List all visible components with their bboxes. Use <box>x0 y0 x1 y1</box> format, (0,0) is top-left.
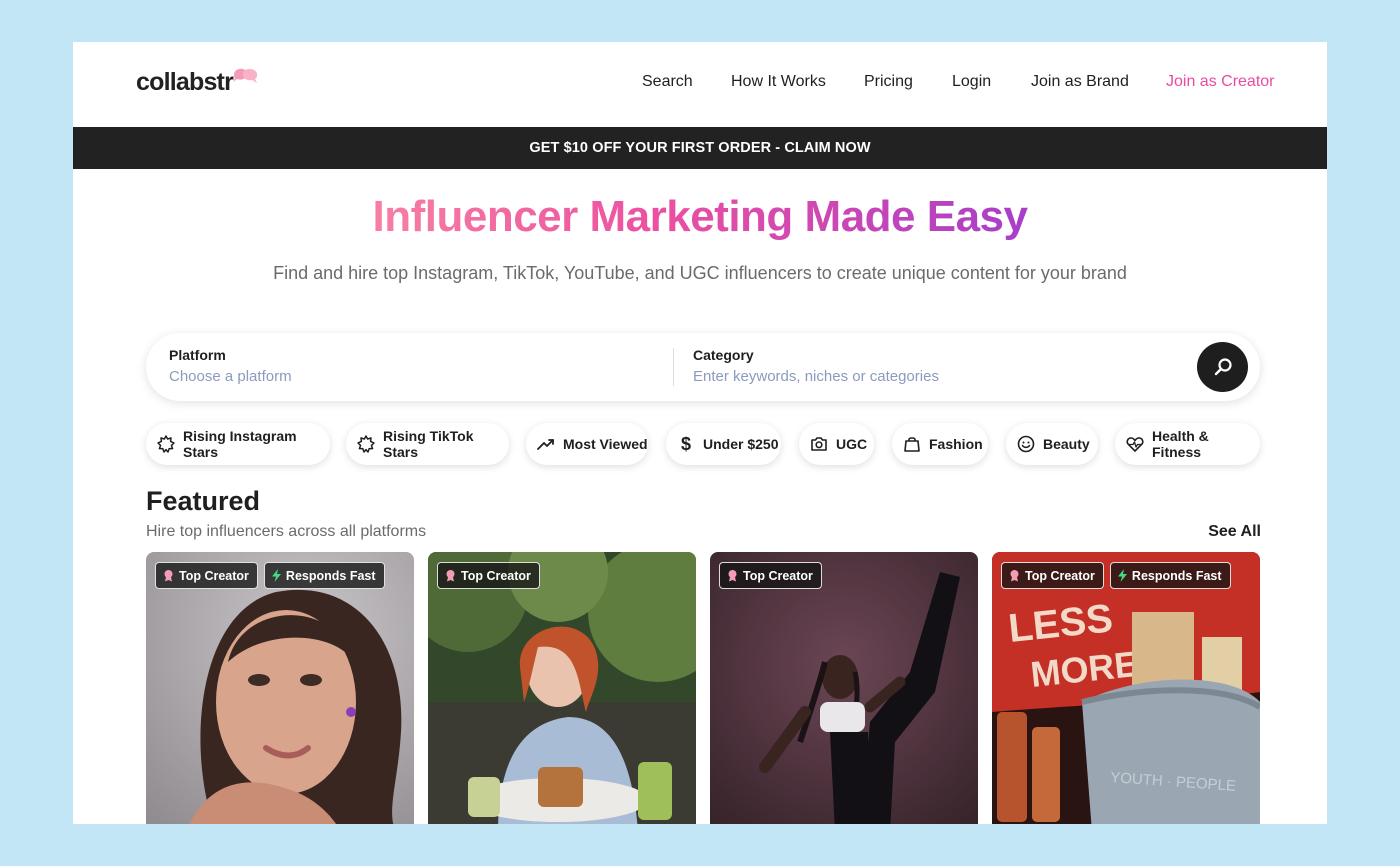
nav-search[interactable]: Search <box>642 73 693 91</box>
award-icon <box>164 570 173 582</box>
platform-label: Platform <box>169 347 226 363</box>
featured-subtitle: Hire top influencers across all platform… <box>146 523 427 540</box>
top-creator-badge: Top Creator <box>437 562 540 589</box>
platform-placeholder[interactable]: Choose a platform <box>169 368 292 385</box>
hero-subtitle: Find and hire top Instagram, TikTok, You… <box>273 263 1127 283</box>
chip-label: Most Viewed <box>563 436 648 452</box>
chip-ugc[interactable]: UGC <box>799 423 874 465</box>
creator-card[interactable]: Top Creator Responds Fast <box>146 552 414 824</box>
nav-pricing[interactable]: Pricing <box>864 73 913 91</box>
search-button[interactable] <box>1197 342 1248 392</box>
lightning-icon <box>271 569 281 582</box>
see-all-link[interactable]: See All <box>1208 523 1261 541</box>
platform-field[interactable]: Platform Choose a platform <box>169 347 292 385</box>
chip-rising-tiktok-stars[interactable]: Rising TikTok Stars <box>346 423 509 465</box>
heart-pulse-icon <box>1126 437 1144 452</box>
card-badges: Top Creator Responds Fast <box>155 562 385 589</box>
chip-under-250[interactable]: $ Under $250 <box>666 423 781 465</box>
lightning-icon <box>1117 569 1127 582</box>
sparkle-badge-icon <box>357 435 375 453</box>
chip-label: Health & Fitness <box>1152 428 1209 460</box>
top-creator-badge: Top Creator <box>1001 562 1104 589</box>
smiley-icon <box>1017 435 1035 453</box>
chip-label: UGC <box>836 436 868 452</box>
chip-health-fitness[interactable]: Health & Fitness <box>1115 423 1260 465</box>
top-creator-badge: Top Creator <box>155 562 258 589</box>
site-header: collabstr Search How It Works Pricing Lo… <box>73 42 1327 127</box>
camera-icon <box>811 437 827 451</box>
creator-photo: LESS MORE YOUTH · PEOPLE <box>992 552 1260 824</box>
featured-title: Featured <box>146 486 261 516</box>
creator-photo <box>428 552 696 824</box>
award-icon <box>446 570 455 582</box>
creator-card[interactable]: Top Creator <box>428 552 696 824</box>
nav-join-as-creator[interactable]: Join as Creator <box>1166 73 1275 91</box>
chip-label: Under $250 <box>703 436 779 452</box>
main-nav: Search How It Works Pricing Login Join a… <box>73 73 1327 95</box>
nav-join-as-brand[interactable]: Join as Brand <box>1031 73 1129 91</box>
chip-beauty[interactable]: Beauty <box>1006 423 1098 465</box>
chip-label: Rising TikTok Stars <box>383 428 474 460</box>
responds-fast-badge: Responds Fast <box>263 562 385 589</box>
shopping-bag-icon <box>904 437 920 452</box>
sparkle-badge-icon <box>157 435 175 453</box>
card-badges: Top Creator <box>719 562 822 589</box>
svg-text:$: $ <box>681 434 691 454</box>
award-icon <box>1010 570 1019 582</box>
page-frame: collabstr Search How It Works Pricing Lo… <box>73 42 1327 824</box>
creator-photo <box>146 552 414 824</box>
chip-label: Rising Instagram Stars <box>183 428 297 460</box>
creator-photo <box>710 552 978 824</box>
search-bar: Platform Choose a platform Category Ente… <box>146 333 1260 401</box>
category-field[interactable]: Category Enter keywords, niches or categ… <box>693 347 939 385</box>
dollar-icon: $ <box>681 434 691 454</box>
creator-card[interactable]: Top Creator <box>710 552 978 824</box>
chip-label: Fashion <box>929 436 983 452</box>
hero-title: Influencer Marketing Made Easy <box>372 192 1029 241</box>
chip-label: Beauty <box>1043 436 1090 452</box>
card-badges: Top Creator <box>437 562 540 589</box>
search-icon <box>1214 358 1232 376</box>
chip-most-viewed[interactable]: Most Viewed <box>526 423 648 465</box>
award-icon <box>728 570 737 582</box>
nav-how-it-works[interactable]: How It Works <box>731 73 826 91</box>
promo-banner[interactable]: GET $10 OFF YOUR FIRST ORDER - CLAIM NOW <box>73 127 1327 169</box>
category-label: Category <box>693 347 754 363</box>
search-divider <box>673 348 674 386</box>
category-placeholder[interactable]: Enter keywords, niches or categories <box>693 368 939 385</box>
creator-card[interactable]: LESS MORE YOUTH · PEOPLE Top Creator Res… <box>992 552 1260 824</box>
chip-rising-instagram-stars[interactable]: Rising Instagram Stars <box>146 423 330 465</box>
trending-up-icon <box>537 439 554 450</box>
top-creator-badge: Top Creator <box>719 562 822 589</box>
nav-login[interactable]: Login <box>952 73 991 91</box>
responds-fast-badge: Responds Fast <box>1109 562 1231 589</box>
card-badges: Top Creator Responds Fast <box>1001 562 1231 589</box>
chip-fashion[interactable]: Fashion <box>892 423 988 465</box>
